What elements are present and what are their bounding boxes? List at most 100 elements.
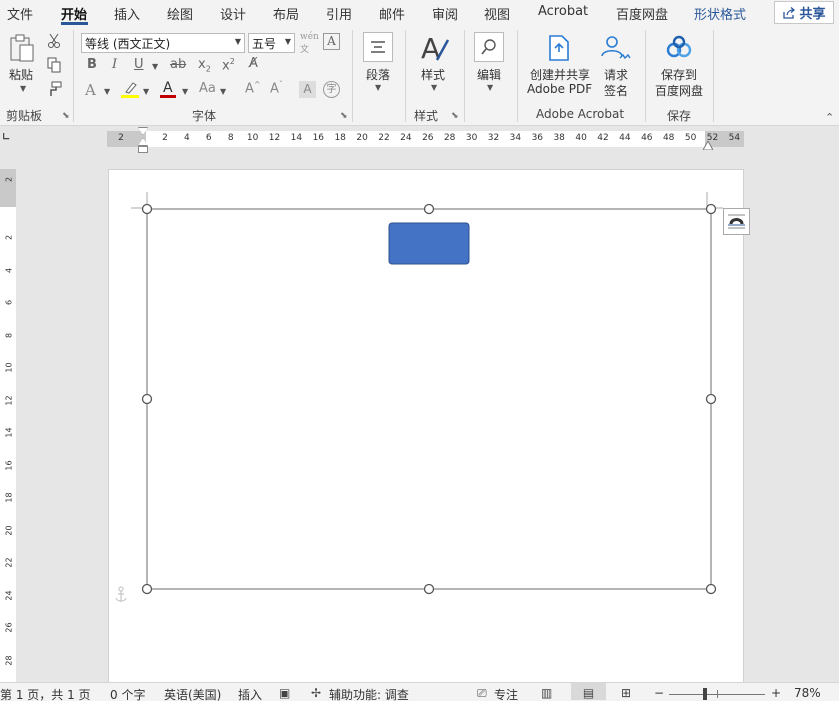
cut-icon[interactable]	[46, 33, 62, 49]
tab-layout[interactable]: 布局	[273, 4, 299, 23]
character-border-icon[interactable]: A	[323, 33, 340, 50]
collapse-ribbon-icon[interactable]: ⌃	[825, 111, 834, 124]
request-sign-line1[interactable]: 请求	[604, 66, 628, 83]
tab-acrobat[interactable]: Acrobat	[538, 4, 588, 19]
shrink-font-icon[interactable]: Aˇ	[270, 80, 283, 96]
enclose-characters-icon[interactable]: 字	[323, 81, 340, 98]
right-indent-marker[interactable]	[702, 139, 714, 151]
resize-handle[interactable]	[705, 583, 717, 595]
strikethrough-icon[interactable]: ab	[170, 57, 186, 72]
tab-references[interactable]: 引用	[326, 4, 352, 23]
font-name-select[interactable]: 等线 (西文正文) ▼	[81, 33, 245, 53]
create-pdf-line1[interactable]: 创建并共享	[530, 66, 590, 83]
underline-icon[interactable]: U	[134, 57, 144, 72]
tab-file[interactable]: 文件	[7, 4, 33, 23]
resize-handle[interactable]	[423, 583, 435, 595]
focus-mode-icon[interactable]: ⎚	[477, 686, 487, 701]
word-count[interactable]: 0 个字	[110, 686, 145, 701]
paragraph-icon[interactable]	[363, 32, 393, 62]
underline-dropdown-arrow[interactable]: ▼	[152, 62, 158, 71]
read-mode-icon[interactable]: ▥	[541, 686, 552, 700]
phonetic-guide-icon[interactable]: wén 文	[300, 32, 319, 55]
tab-review[interactable]: 审阅	[432, 4, 458, 23]
resize-handle[interactable]	[705, 393, 717, 405]
insert-mode[interactable]: 插入	[238, 686, 262, 701]
save-baidu-line2[interactable]: 百度网盘	[655, 82, 703, 99]
subscript-icon[interactable]: x2	[198, 57, 211, 74]
save-baidu-line1[interactable]: 保存到	[661, 66, 697, 83]
change-case-dropdown-arrow[interactable]: ▼	[220, 87, 226, 96]
tab-shape-format[interactable]: 形状格式	[694, 4, 746, 23]
language-indicator[interactable]: 英语(美国)	[164, 686, 221, 701]
first-line-indent-marker[interactable]	[138, 127, 148, 135]
superscript-icon[interactable]: x2	[222, 57, 235, 73]
drawing-canvas-frame[interactable]	[146, 208, 712, 590]
resize-handle[interactable]	[705, 203, 717, 215]
copy-icon[interactable]	[46, 57, 62, 73]
change-case-icon[interactable]: Aa	[199, 81, 216, 96]
paragraph-dropdown-arrow[interactable]: ▼	[375, 83, 381, 92]
resize-handle[interactable]	[141, 393, 153, 405]
resize-handle[interactable]	[423, 203, 435, 215]
font-color-icon[interactable]: A	[158, 79, 178, 99]
vertical-ruler[interactable]: 2 2 4 6 8 10 12 14 16 18 20 22 24 26 28	[0, 169, 16, 682]
italic-icon[interactable]: I	[112, 57, 117, 72]
tab-draw[interactable]: 绘图	[167, 4, 193, 23]
zoom-in-icon[interactable]: +	[771, 686, 781, 700]
web-layout-icon[interactable]: ⊞	[621, 686, 631, 700]
indent-markers[interactable]	[138, 127, 148, 155]
create-pdf-line2[interactable]: Adobe PDF	[527, 82, 592, 96]
bold-icon[interactable]: B	[87, 57, 97, 72]
share-button[interactable]: 共享	[774, 1, 834, 24]
grow-font-icon[interactable]: A^	[245, 80, 261, 96]
paste-label[interactable]: 粘贴	[9, 66, 33, 83]
baidu-netdisk-icon[interactable]	[664, 35, 694, 61]
tab-baidu-netdisk[interactable]: 百度网盘	[616, 4, 668, 23]
paste-icon[interactable]	[7, 32, 37, 64]
horizontal-ruler[interactable]: 2 2 4 6 8 10 12 14 16 18 20 22 24 26 28 30 32 34 36 38 40 42 4…	[107, 131, 744, 147]
tab-design[interactable]: 设计	[220, 4, 246, 23]
tab-selector-icon[interactable]: ∟	[2, 132, 16, 148]
highlight-color-icon[interactable]	[120, 80, 140, 98]
hanging-indent-marker[interactable]	[138, 138, 148, 146]
resize-handle[interactable]	[141, 203, 153, 215]
format-painter-icon[interactable]	[46, 81, 62, 97]
styles-dropdown-arrow[interactable]: ▼	[431, 83, 437, 92]
create-pdf-icon[interactable]	[546, 34, 574, 62]
zoom-level[interactable]: 78%	[794, 686, 821, 700]
document-page[interactable]	[108, 169, 744, 689]
text-effects-dropdown-arrow[interactable]: ▼	[104, 87, 110, 96]
search-icon[interactable]	[474, 32, 504, 62]
request-signature-icon[interactable]	[600, 34, 632, 62]
page-count[interactable]: 第 1 页，共 1 页	[0, 686, 91, 701]
styles-dialog-launcher-icon[interactable]: ⬊	[451, 111, 459, 121]
styles-icon[interactable]: A	[419, 32, 451, 64]
paragraph-label[interactable]: 段落	[366, 66, 390, 83]
tab-home[interactable]: 开始	[61, 4, 87, 23]
accessibility-icon[interactable]: ✢	[311, 686, 321, 700]
layout-options-button[interactable]	[723, 208, 750, 235]
tab-mailings[interactable]: 邮件	[379, 4, 405, 23]
text-effects-icon[interactable]: A	[85, 81, 96, 99]
request-sign-line2[interactable]: 签名	[604, 82, 628, 99]
editing-label[interactable]: 编辑	[477, 66, 501, 83]
zoom-out-icon[interactable]: −	[654, 686, 664, 700]
tab-view[interactable]: 视图	[484, 4, 510, 23]
highlight-dropdown-arrow[interactable]: ▼	[143, 87, 149, 96]
character-shading-icon[interactable]: A	[299, 81, 316, 98]
blue-rectangle-shape[interactable]	[388, 222, 470, 265]
styles-label[interactable]: 样式	[421, 66, 445, 83]
macro-record-icon[interactable]: ▣	[279, 686, 290, 700]
font-color-dropdown-arrow[interactable]: ▼	[182, 87, 188, 96]
tab-insert[interactable]: 插入	[114, 4, 140, 23]
clear-formatting-icon[interactable]: A̸	[249, 56, 258, 71]
paste-dropdown-arrow[interactable]: ▼	[20, 84, 26, 93]
left-indent-marker[interactable]	[138, 146, 148, 153]
resize-handle[interactable]	[141, 583, 153, 595]
print-layout-icon[interactable]: ▤	[571, 683, 606, 700]
editing-dropdown-arrow[interactable]: ▼	[487, 83, 493, 92]
focus-label[interactable]: 专注	[494, 686, 518, 701]
zoom-slider-thumb[interactable]	[703, 688, 707, 700]
font-dialog-launcher-icon[interactable]: ⬊	[340, 111, 348, 121]
clipboard-dialog-launcher-icon[interactable]: ⬊	[62, 111, 70, 121]
